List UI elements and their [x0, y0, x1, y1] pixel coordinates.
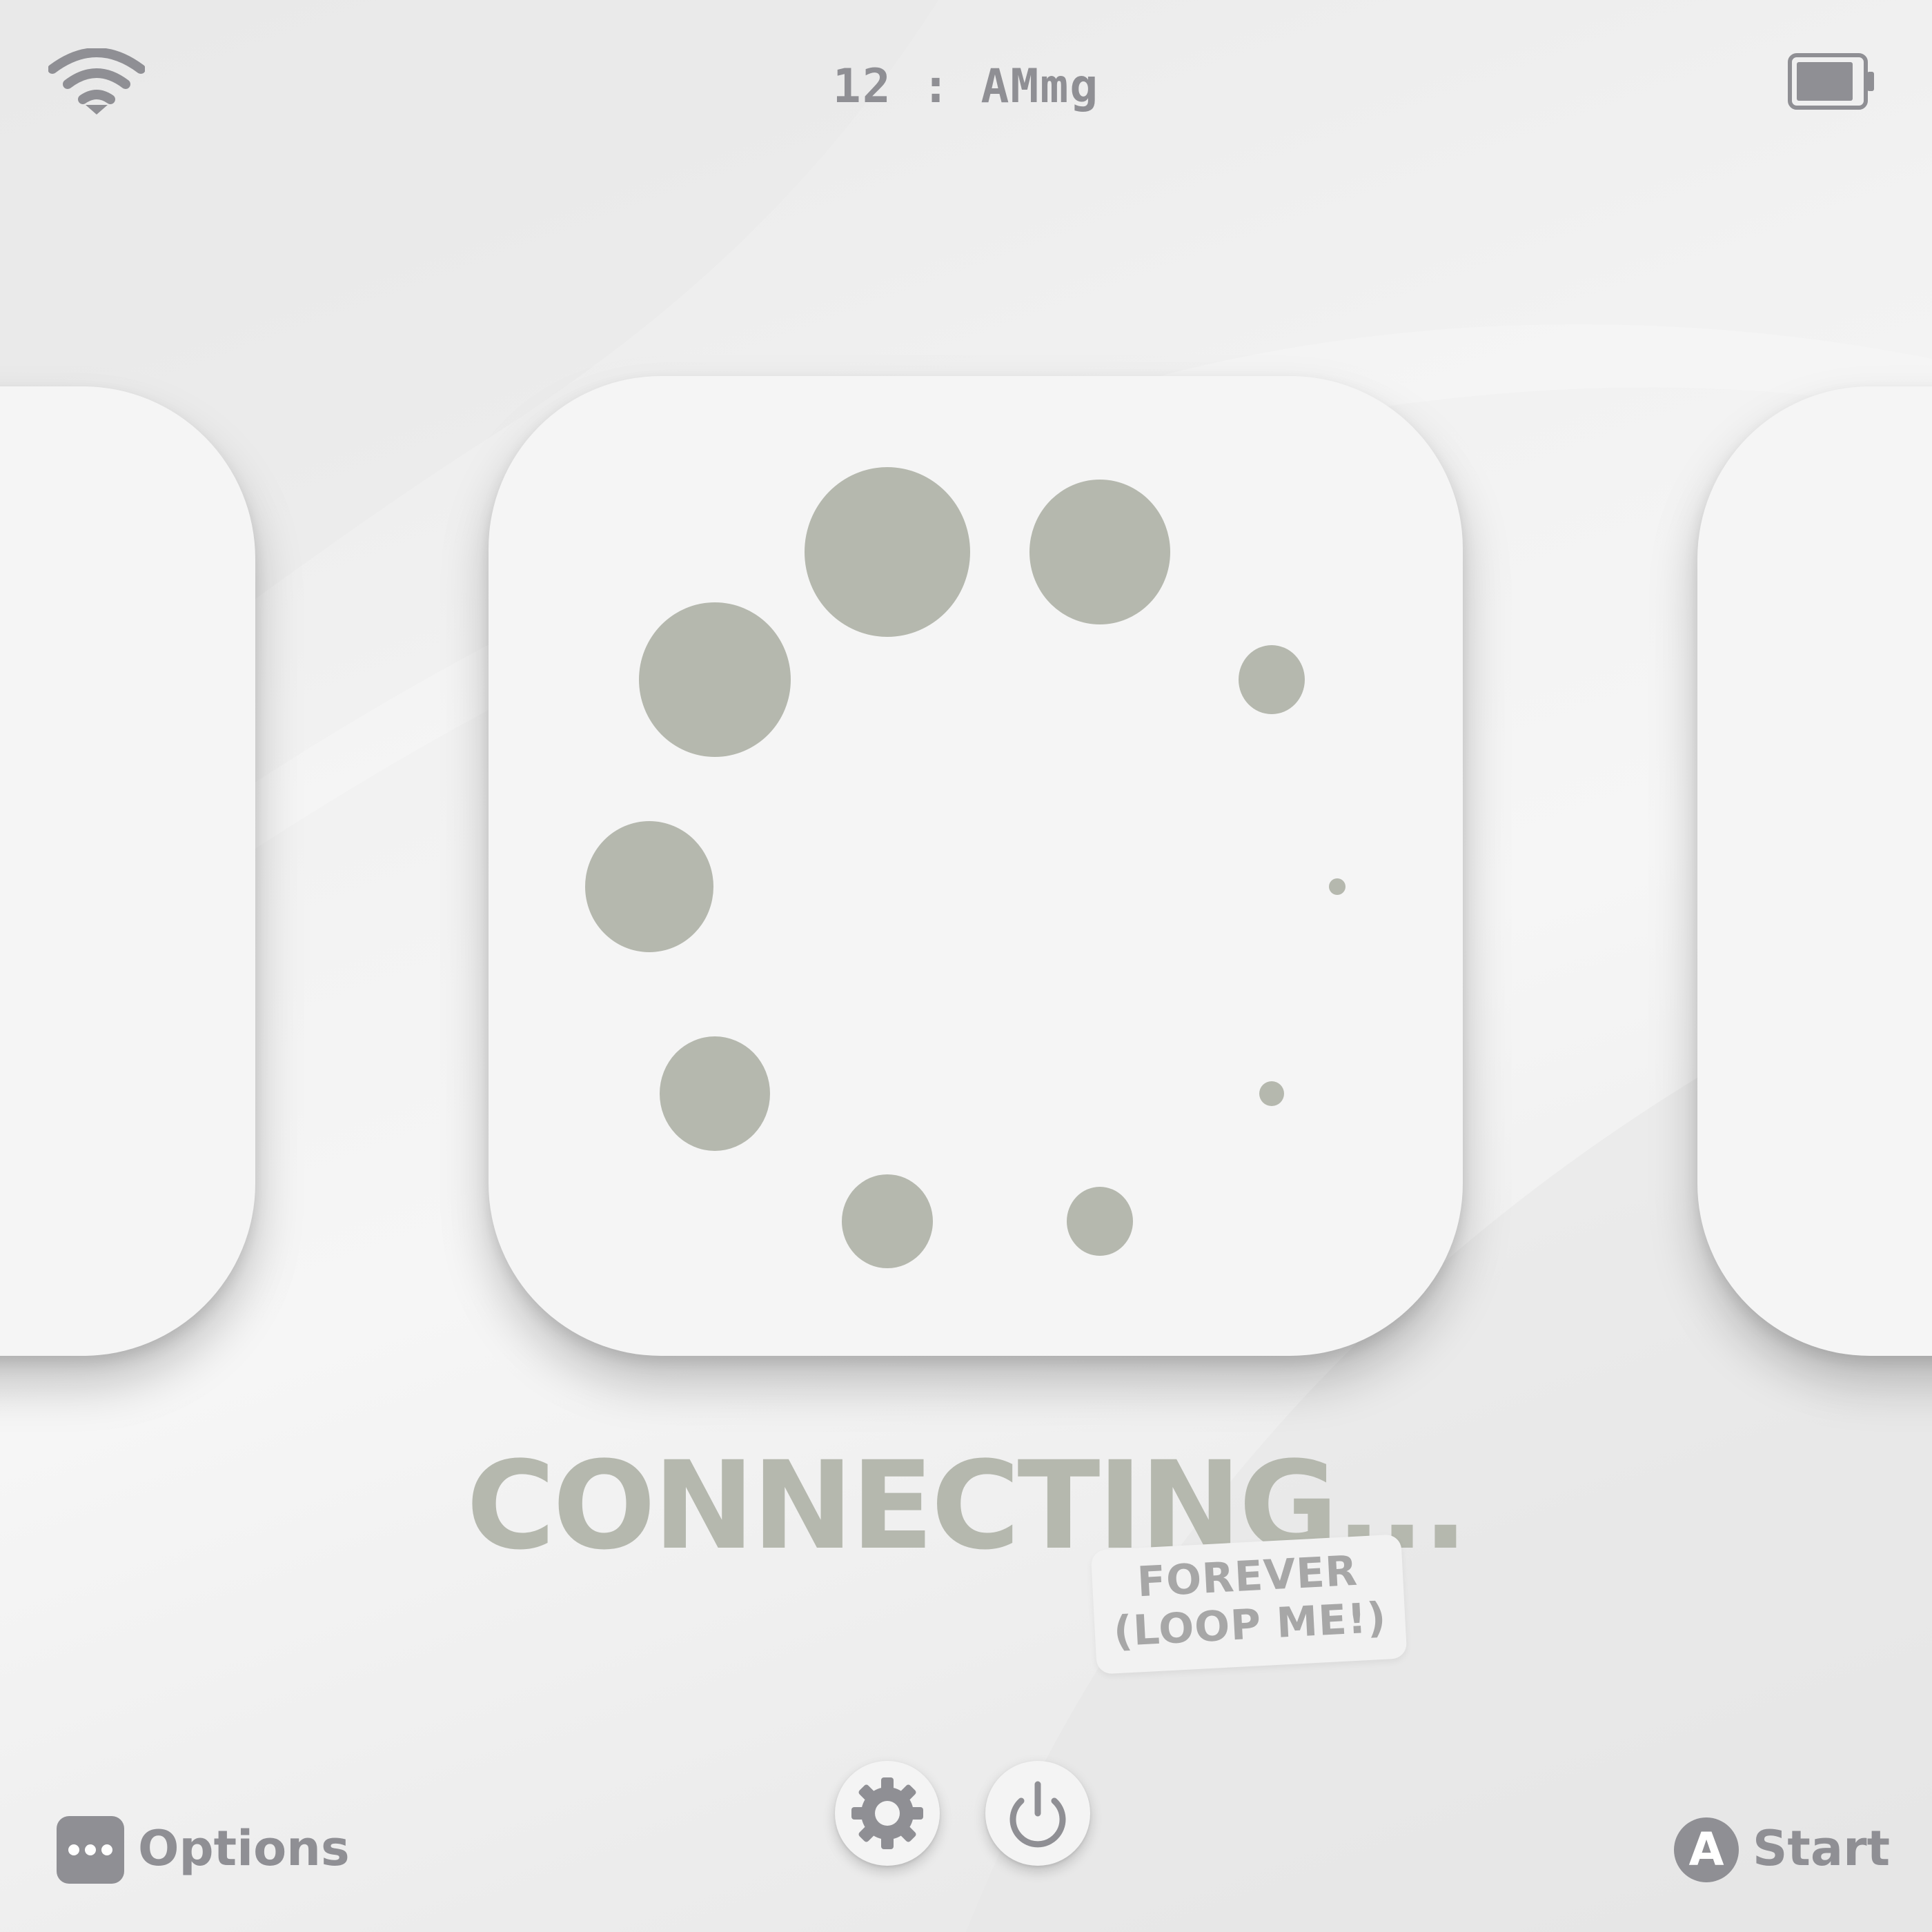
- options-label: Options: [138, 1820, 350, 1877]
- settings-button[interactable]: [835, 1761, 940, 1866]
- carousel-card-left[interactable]: [0, 386, 255, 1356]
- battery-icon: [1788, 53, 1874, 110]
- connecting-title: CONNECTING...: [466, 1435, 1469, 1577]
- power-icon: [1009, 1781, 1066, 1848]
- carousel-card-right[interactable]: [1697, 386, 1932, 1356]
- start-label: Start: [1753, 1820, 1891, 1877]
- more-dots-icon: [57, 1816, 124, 1884]
- gear-icon: [851, 1777, 923, 1849]
- status-clock: 12 : AMmg: [832, 59, 1100, 114]
- forever-sticker: FOREVER (LOOP ME!): [1090, 1534, 1408, 1675]
- a-button-icon: A: [1674, 1817, 1739, 1882]
- loading-screen: 12 : AMmg CONNECTING... FOREVER (LOOP ME…: [0, 0, 1932, 1932]
- start-control[interactable]: A Start: [1674, 1816, 1890, 1885]
- carousel-card-main[interactable]: [489, 376, 1463, 1356]
- power-button[interactable]: [985, 1761, 1090, 1866]
